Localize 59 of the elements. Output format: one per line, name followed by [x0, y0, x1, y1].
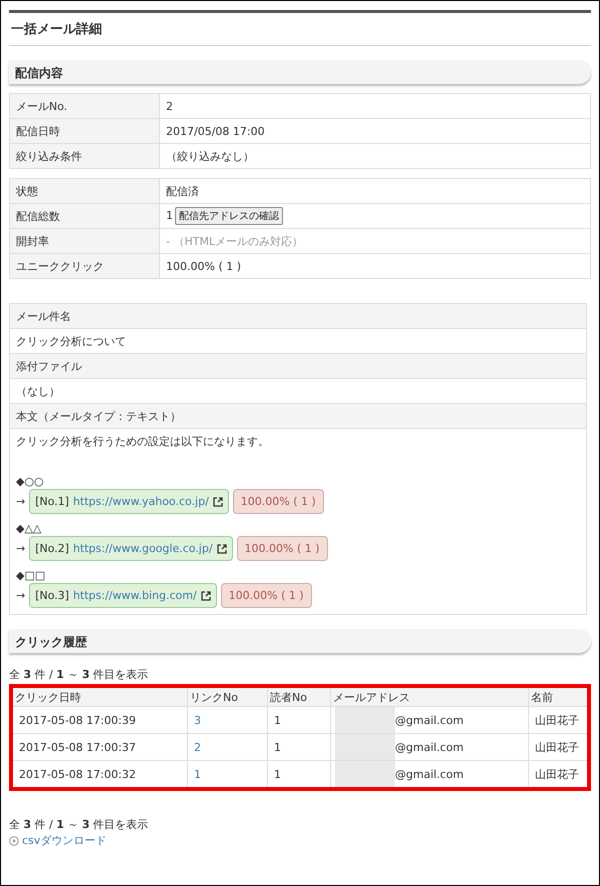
external-link-icon — [212, 496, 223, 506]
external-link-icon — [200, 590, 211, 600]
arrow-text: → — [16, 589, 26, 602]
field-value: 2017/05/08 17:00 — [160, 118, 590, 144]
url-link[interactable]: https://www.google.co.jp/ — [73, 542, 213, 555]
field-label: 本文（メールタイプ：テキスト） — [10, 404, 586, 428]
field-label: ユニーククリック — [10, 254, 160, 278]
table-cell: 山田花子 — [528, 706, 589, 734]
field-label: 配信総数 — [10, 204, 160, 228]
page-title: 一括メール詳細 — [9, 10, 591, 46]
column-header: メールアドレス — [330, 686, 528, 706]
email-text: @gmail.com — [395, 768, 464, 780]
field-value: （絞り込みなし） — [160, 144, 590, 168]
body-text: クリック分析を行うための設定は以下になります。 — [16, 434, 270, 449]
field-label: 配信日時 — [10, 118, 160, 144]
play-circle-icon — [9, 836, 19, 846]
click-rate-badge: 100.00% ( 1 ) — [220, 583, 312, 608]
field-label: メール件名 — [10, 304, 586, 328]
result-count: 全 3 件 / 1 ～ 3 件目を表示 — [9, 817, 150, 832]
link-number[interactable]: 2 — [188, 734, 268, 760]
table-cell: 1 — [268, 706, 330, 734]
external-link-icon — [216, 544, 227, 554]
table-cell: 2017-05-08 17:00:39 — [11, 706, 188, 734]
field-value: 配信済 — [160, 178, 590, 204]
item-heading: ◆△△ — [16, 522, 42, 535]
field-label: 添付ファイル — [10, 354, 586, 378]
email-text: @gmail.com — [395, 740, 464, 754]
link-number: [No.3] — [35, 589, 70, 602]
link-number[interactable]: 3 — [188, 706, 268, 734]
field-label: メールNo. — [10, 94, 160, 118]
field-label: 状態 — [10, 178, 160, 204]
csv-download-link[interactable]: csvダウンロード — [9, 833, 106, 848]
column-header: 読者No — [268, 686, 330, 706]
table-cell: 1 — [268, 734, 330, 760]
table-cell: 2017-05-08 17:00:37 — [11, 734, 188, 760]
field-value: - （HTMLメールのみ対応） — [160, 228, 590, 254]
field-label: 開封率 — [10, 228, 160, 254]
column-header: クリック日時 — [11, 686, 188, 706]
item-heading: ◆□□ — [16, 569, 46, 582]
field-value: 2 — [160, 94, 590, 118]
column-header: リンクNo — [188, 686, 268, 706]
email-text: @gmail.com — [395, 714, 464, 726]
field-value: 100.00% ( 1 ) — [160, 254, 590, 278]
arrow-text: → — [16, 495, 26, 508]
address-check-button[interactable]: 配信先アドレスの確認 — [175, 207, 283, 225]
section-header: 配信内容 — [9, 60, 591, 84]
url-link[interactable]: https://www.bing.com/ — [73, 589, 197, 602]
result-count: 全 3 件 / 1 ～ 3 件目を表示 — [9, 667, 150, 682]
link-number: [No.2] — [35, 542, 70, 555]
url-link[interactable]: https://www.yahoo.co.jp/ — [73, 495, 209, 508]
field-label: 絞り込み条件 — [10, 144, 160, 168]
section-header: クリック履歴 — [9, 629, 591, 653]
link-number: [No.1] — [35, 495, 70, 508]
column-header: 名前 — [528, 686, 589, 706]
field-value: 1 — [166, 209, 173, 222]
click-rate-badge: 100.00% ( 1 ) — [232, 489, 324, 514]
click-rate-badge: 100.00% ( 1 ) — [236, 536, 328, 561]
arrow-text: → — [16, 542, 26, 555]
item-heading: ◆○○ — [16, 475, 45, 488]
